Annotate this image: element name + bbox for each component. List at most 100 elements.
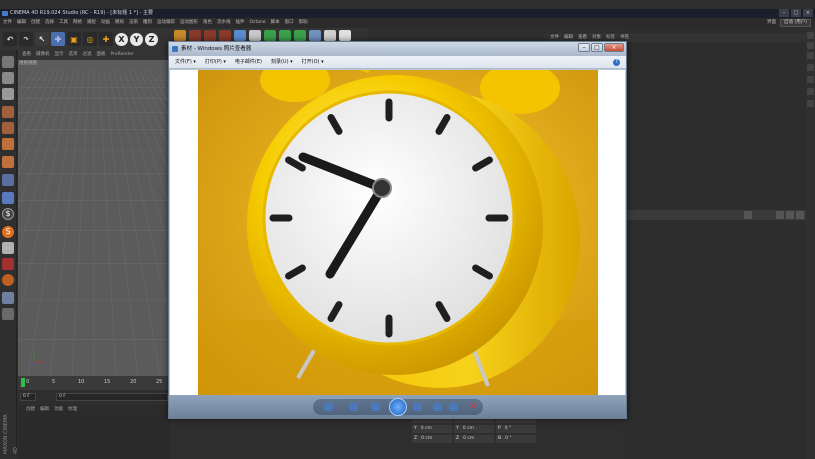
timeline-playhead[interactable]	[21, 378, 25, 387]
menu-item-2[interactable]: 创建	[31, 18, 40, 28]
render-region-icon[interactable]	[189, 29, 201, 41]
material-menu-3[interactable]: 纹理	[68, 405, 77, 415]
close-button[interactable]: ×	[604, 43, 624, 52]
make-editable-icon[interactable]	[2, 56, 14, 68]
panel-icon-2[interactable]	[807, 42, 814, 49]
material-menu-2[interactable]: 功能	[54, 405, 63, 415]
new-panel-icon[interactable]	[796, 211, 804, 219]
slideshow-button[interactable]	[389, 398, 407, 416]
maximize-button[interactable]: □	[591, 43, 603, 52]
menu-item-17[interactable]: 脚本	[271, 18, 280, 28]
viewer-menu-2[interactable]: 电子邮件(E)	[235, 56, 262, 68]
search-icon[interactable]	[786, 211, 794, 219]
lock-workplane-icon[interactable]	[2, 308, 14, 320]
position-field[interactable]: Y0 cm	[412, 425, 452, 433]
viewport-menu-0[interactable]: 查看	[22, 50, 31, 60]
menu-item-14[interactable]: 流水线	[217, 18, 231, 28]
viewport-menu-6[interactable]: ProRender	[111, 50, 134, 60]
c4d-close-button[interactable]: ×	[803, 9, 813, 17]
delete-icon[interactable]: ✕	[469, 402, 479, 412]
next-icon[interactable]	[413, 403, 422, 411]
current-frame-field[interactable]: 0 F	[56, 393, 168, 401]
menu-item-18[interactable]: 窗口	[285, 18, 294, 28]
menu-item-4[interactable]: 工具	[59, 18, 68, 28]
menu-item-9[interactable]: 渲染	[129, 18, 138, 28]
menu-item-16[interactable]: Octane	[250, 18, 266, 28]
viewer-menu-1[interactable]: 打印(P) ▾	[205, 56, 226, 68]
floor-icon[interactable]	[309, 29, 321, 41]
menu-item-5[interactable]: 网格	[73, 18, 82, 28]
model-mode-icon[interactable]	[2, 72, 14, 84]
x-axis-lock-button[interactable]: X	[115, 32, 128, 46]
workplane-icon[interactable]	[2, 242, 14, 254]
panel-icon-7[interactable]	[807, 100, 814, 107]
menu-item-3[interactable]: 选择	[45, 18, 54, 28]
panel-icon-6[interactable]	[807, 88, 814, 95]
octane-icon[interactable]: S	[2, 226, 14, 238]
viewport-menu-1[interactable]: 摄像机	[36, 50, 50, 60]
render-picture-viewer-icon[interactable]	[219, 29, 231, 41]
camera-icon[interactable]	[324, 29, 336, 41]
actual-size-icon[interactable]	[349, 403, 358, 411]
menu-item-8[interactable]: 模拟	[115, 18, 124, 28]
layout-dropdown[interactable]: 启动 (用户)	[780, 19, 811, 27]
render-view-icon[interactable]	[204, 29, 216, 41]
move-tool-icon[interactable]: ✛	[51, 32, 65, 46]
minimize-button[interactable]: –	[578, 43, 590, 52]
redo-icon[interactable]: ↷	[19, 32, 33, 46]
position-field[interactable]: Z0 cm	[412, 435, 452, 443]
rotate-tool-icon[interactable]: ◎	[83, 32, 97, 46]
scale-tool-icon[interactable]: ▣	[67, 32, 81, 46]
rotation-field[interactable]: P0 °	[496, 425, 536, 433]
pen-icon[interactable]	[249, 29, 261, 41]
z-axis-lock-button[interactable]: Z	[145, 32, 158, 46]
array-icon[interactable]	[279, 29, 291, 41]
undo-icon[interactable]: ↶	[3, 32, 17, 46]
texture-mode-icon[interactable]	[2, 88, 14, 100]
timeline-ruler[interactable]: 0 5 10 15 20 25	[18, 376, 170, 390]
rotate-left-icon[interactable]	[433, 403, 442, 411]
material-menu-1[interactable]: 编辑	[40, 405, 49, 415]
menu-item-11[interactable]: 运动跟踪	[157, 18, 175, 28]
paint-icon[interactable]	[2, 274, 14, 286]
previous-icon[interactable]	[371, 403, 380, 411]
help-icon[interactable]: ?	[613, 59, 620, 66]
viewport-menu-5[interactable]: 面板	[97, 50, 106, 60]
subdivision-icon[interactable]	[264, 29, 276, 41]
material-menu-0[interactable]: 创建	[26, 405, 35, 415]
rotation-field[interactable]: B0 °	[496, 435, 536, 443]
select-arrow-icon[interactable]: ↖	[35, 32, 49, 46]
menu-item-0[interactable]: 文件	[3, 18, 12, 28]
light-icon[interactable]	[339, 29, 351, 41]
panel-icon-5[interactable]	[807, 76, 814, 83]
add-object-icon[interactable]: ✚	[99, 32, 113, 46]
edges-mode-icon[interactable]	[2, 122, 14, 134]
menu-item-12[interactable]: 运动图形	[180, 18, 198, 28]
rotate-right-icon[interactable]	[449, 403, 458, 411]
points-mode-icon[interactable]	[2, 106, 14, 118]
back-arrow-icon[interactable]	[744, 211, 752, 219]
viewer-menu-4[interactable]: 打开(O) ▾	[302, 56, 324, 68]
menu-item-15[interactable]: 插件	[236, 18, 245, 28]
viewport-menu-2[interactable]: 显示	[55, 50, 64, 60]
snap-icon[interactable]	[2, 192, 14, 204]
menu-item-7[interactable]: 动画	[101, 18, 110, 28]
coordinate-system-icon[interactable]	[174, 29, 186, 41]
size-field[interactable]: Y0 cm	[454, 425, 494, 433]
polygons-mode-icon[interactable]	[2, 138, 14, 150]
viewer-menu-0[interactable]: 文件(F) ▾	[175, 56, 196, 68]
grid-icon[interactable]	[2, 292, 14, 304]
menu-item-1[interactable]: 编辑	[17, 18, 26, 28]
menu-item-6[interactable]: 捕捉	[87, 18, 96, 28]
viewer-menu-3[interactable]: 刻录(U) ▾	[271, 56, 293, 68]
menu-item-10[interactable]: 雕刻	[143, 18, 152, 28]
panel-icon-1[interactable]	[807, 32, 814, 39]
menu-item-13[interactable]: 角色	[203, 18, 212, 28]
zoom-icon[interactable]	[324, 403, 333, 411]
symmetry-icon[interactable]	[2, 258, 14, 270]
tweak-mode-icon[interactable]	[2, 174, 14, 186]
up-arrow-icon[interactable]	[776, 211, 784, 219]
viewport-menu-3[interactable]: 选项	[69, 50, 78, 60]
c4d-minimize-button[interactable]: –	[779, 9, 789, 17]
y-axis-lock-button[interactable]: Y	[130, 32, 143, 46]
